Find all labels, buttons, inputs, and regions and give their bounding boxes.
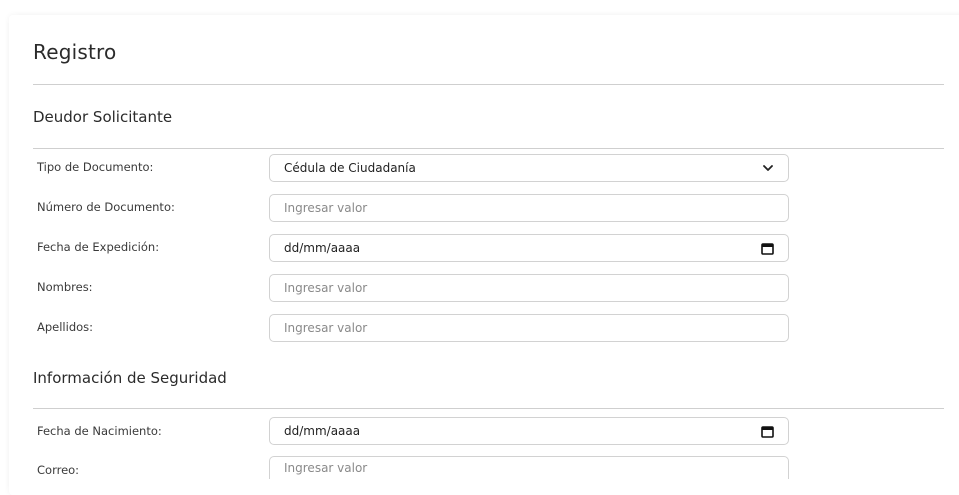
fecha-expedicion-value: dd/mm/aaaa bbox=[284, 241, 361, 255]
fecha-expedicion-label: Fecha de Expedición: bbox=[37, 240, 160, 254]
apellidos-label: Apellidos: bbox=[37, 320, 94, 334]
apellidos-placeholder: Ingresar valor bbox=[284, 321, 368, 335]
fecha-nacimiento-label: Fecha de Nacimiento: bbox=[37, 424, 162, 438]
chevron-down-icon bbox=[762, 162, 774, 174]
calendar-icon[interactable] bbox=[761, 425, 774, 438]
numero-documento-input[interactable]: Ingresar valor bbox=[269, 194, 789, 222]
numero-documento-label: Número de Documento: bbox=[37, 200, 175, 214]
fecha-expedicion-date-input[interactable]: dd/mm/aaaa bbox=[269, 234, 789, 262]
section-divider-seguridad bbox=[33, 408, 944, 409]
calendar-icon[interactable] bbox=[761, 242, 774, 255]
fecha-nacimiento-date-input[interactable]: dd/mm/aaaa bbox=[269, 417, 789, 445]
tipo-documento-label: Tipo de Documento: bbox=[37, 160, 154, 174]
section-divider-deudor bbox=[33, 148, 944, 149]
section-title-seguridad: Información de Seguridad bbox=[33, 369, 227, 387]
nombres-placeholder: Ingresar valor bbox=[284, 281, 368, 295]
title-divider bbox=[33, 84, 944, 85]
section-title-deudor: Deudor Solicitante bbox=[33, 108, 173, 126]
nombres-label: Nombres: bbox=[37, 280, 93, 294]
tipo-documento-value: Cédula de Ciudadanía bbox=[284, 161, 416, 175]
correo-input[interactable]: Ingresar valor bbox=[269, 456, 789, 479]
tipo-documento-select[interactable]: Cédula de Ciudadanía bbox=[269, 154, 789, 182]
correo-placeholder: Ingresar valor bbox=[284, 461, 368, 475]
page-title: Registro bbox=[33, 40, 117, 64]
apellidos-input[interactable]: Ingresar valor bbox=[269, 314, 789, 342]
fecha-nacimiento-value: dd/mm/aaaa bbox=[284, 424, 361, 438]
nombres-input[interactable]: Ingresar valor bbox=[269, 274, 789, 302]
correo-label: Correo: bbox=[37, 463, 80, 477]
numero-documento-placeholder: Ingresar valor bbox=[284, 201, 368, 215]
